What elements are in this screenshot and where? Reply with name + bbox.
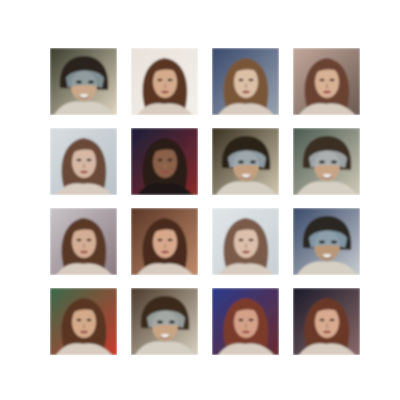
sample-image-r2-c4 (293, 128, 360, 195)
sample-image-r1-c4 (293, 48, 360, 115)
sample-image-r1-c1 (50, 48, 117, 115)
sample-image-r4-c3 (212, 288, 279, 355)
sample-image-r1-c2 (131, 48, 198, 115)
sample-image-r4-c4 (293, 288, 360, 355)
sample-grid (50, 48, 360, 356)
sample-image-r3-c3 (212, 208, 279, 275)
sample-image-r1-c3 (212, 48, 279, 115)
sample-image-r2-c2 (131, 128, 198, 195)
sample-image-r2-c3 (212, 128, 279, 195)
sample-image-r2-c1 (50, 128, 117, 195)
sample-image-r3-c2 (131, 208, 198, 275)
generated-samples-figure (0, 0, 400, 400)
sample-image-r4-c1 (50, 288, 117, 355)
sample-image-r4-c2 (131, 288, 198, 355)
sample-image-r3-c1 (50, 208, 117, 275)
sample-image-r3-c4 (293, 208, 360, 275)
